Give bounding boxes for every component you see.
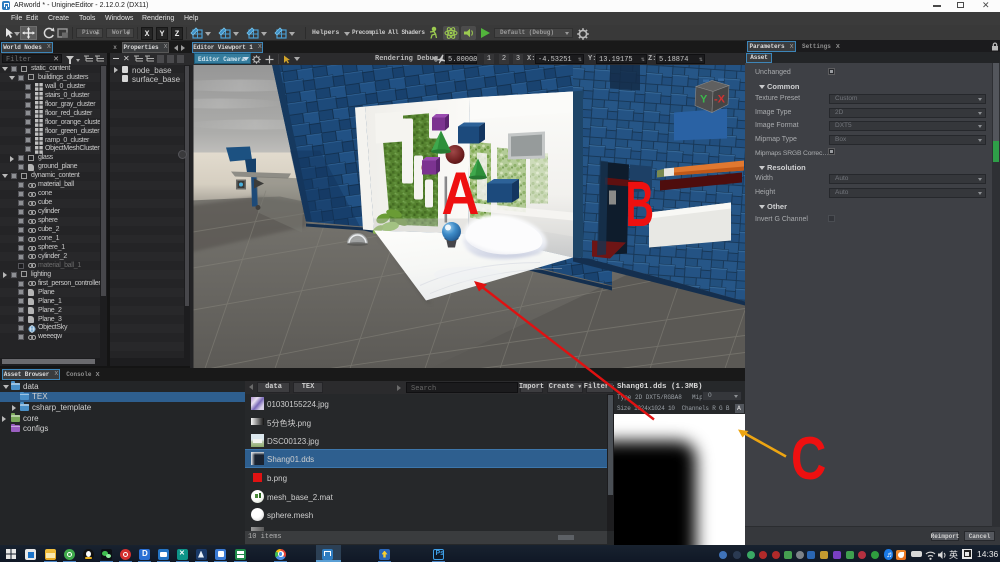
svg-text:-X: -X (714, 93, 726, 105)
svg-text:Y: Y (700, 93, 708, 105)
